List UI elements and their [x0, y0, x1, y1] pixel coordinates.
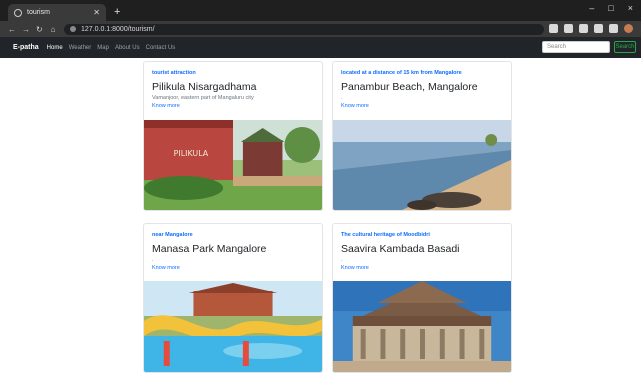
- url-text: 127.0.0.1:8000/tourism/: [81, 25, 155, 33]
- nav-home[interactable]: Home: [47, 45, 63, 51]
- browser-tab-bar: tourism ✕ + – □ ×: [0, 0, 641, 21]
- globe-icon: [14, 8, 22, 17]
- card-description: .: [152, 257, 154, 263]
- know-more-link[interactable]: Know more: [341, 265, 369, 271]
- nav-contact-us[interactable]: Contact Us: [146, 45, 176, 51]
- card-title: Saavira Kambada Basadi: [341, 243, 460, 255]
- back-icon[interactable]: ←: [8, 25, 16, 34]
- browser-tab[interactable]: tourism ✕: [8, 4, 106, 21]
- park-gate-photo: PILIKULA: [144, 120, 322, 210]
- site-navbar: E-patha Home Weather Map About Us Contac…: [0, 37, 641, 58]
- know-more-link[interactable]: Know more: [152, 103, 180, 109]
- url-input[interactable]: 127.0.0.1:8000/tourism/: [64, 23, 544, 35]
- extension-icon[interactable]: [549, 24, 558, 33]
- sidebar-icon[interactable]: [609, 24, 618, 33]
- card-title: Manasa Park Mangalore: [152, 243, 267, 255]
- extension-icon[interactable]: [564, 24, 573, 33]
- card-eyebrow: tourist attraction: [152, 70, 196, 76]
- maximize-button[interactable]: □: [608, 3, 613, 13]
- search-button[interactable]: Search: [614, 41, 636, 53]
- know-more-link[interactable]: Know more: [152, 265, 180, 271]
- puzzle-icon[interactable]: [594, 24, 603, 33]
- home-icon[interactable]: ⌂: [50, 25, 56, 34]
- nav-weather[interactable]: Weather: [69, 45, 92, 51]
- new-tab-button[interactable]: +: [114, 6, 120, 18]
- card-description: .: [341, 95, 343, 101]
- site-info-icon[interactable]: [70, 26, 76, 32]
- card-eyebrow: near Mangalore: [152, 232, 193, 238]
- temple-photo: [333, 281, 511, 372]
- card-title: Panambur Beach, Mangalore: [341, 81, 478, 93]
- beach-photo: [333, 120, 511, 210]
- card-description: .: [341, 257, 343, 263]
- water-park-photo: [144, 281, 322, 372]
- card-eyebrow: located at a distance of 15 km from Mang…: [341, 70, 462, 76]
- minimize-button[interactable]: –: [589, 3, 594, 13]
- card-panambur: located at a distance of 15 km from Mang…: [332, 61, 512, 211]
- search-input[interactable]: Search: [542, 41, 610, 53]
- svg-text:PILIKULA: PILIKULA: [174, 149, 209, 158]
- close-tab-icon[interactable]: ✕: [93, 8, 100, 17]
- know-more-link[interactable]: Know more: [341, 103, 369, 109]
- reload-icon[interactable]: ↻: [36, 25, 43, 34]
- profile-avatar[interactable]: [624, 24, 633, 33]
- card-eyebrow: The cultural heritage of Moodbidri: [341, 232, 430, 238]
- tab-title: tourism: [27, 9, 50, 16]
- nav-map[interactable]: Map: [97, 45, 109, 51]
- close-window-button[interactable]: ×: [628, 3, 633, 13]
- extension-icon[interactable]: [579, 24, 588, 33]
- card-title: Pilikula Nisargadhama: [152, 81, 257, 93]
- window-controls: – □ ×: [589, 3, 633, 13]
- brand-logo[interactable]: E-patha: [13, 44, 39, 51]
- card-saavira-kambada: The cultural heritage of Moodbidri Saavi…: [332, 223, 512, 373]
- nav-about-us[interactable]: About Us: [115, 45, 140, 51]
- card-description: Vamanjoor, eastern part of Mangaluru cit…: [152, 95, 254, 101]
- extensions-area: [549, 24, 633, 33]
- card-pilikula: tourist attraction Pilikula Nisargadhama…: [143, 61, 323, 211]
- address-bar-row: ← → ↻ ⌂ 127.0.0.1:8000/tourism/: [0, 21, 641, 37]
- card-manasa-park: near Mangalore Manasa Park Mangalore . K…: [143, 223, 323, 373]
- forward-icon[interactable]: →: [22, 25, 30, 34]
